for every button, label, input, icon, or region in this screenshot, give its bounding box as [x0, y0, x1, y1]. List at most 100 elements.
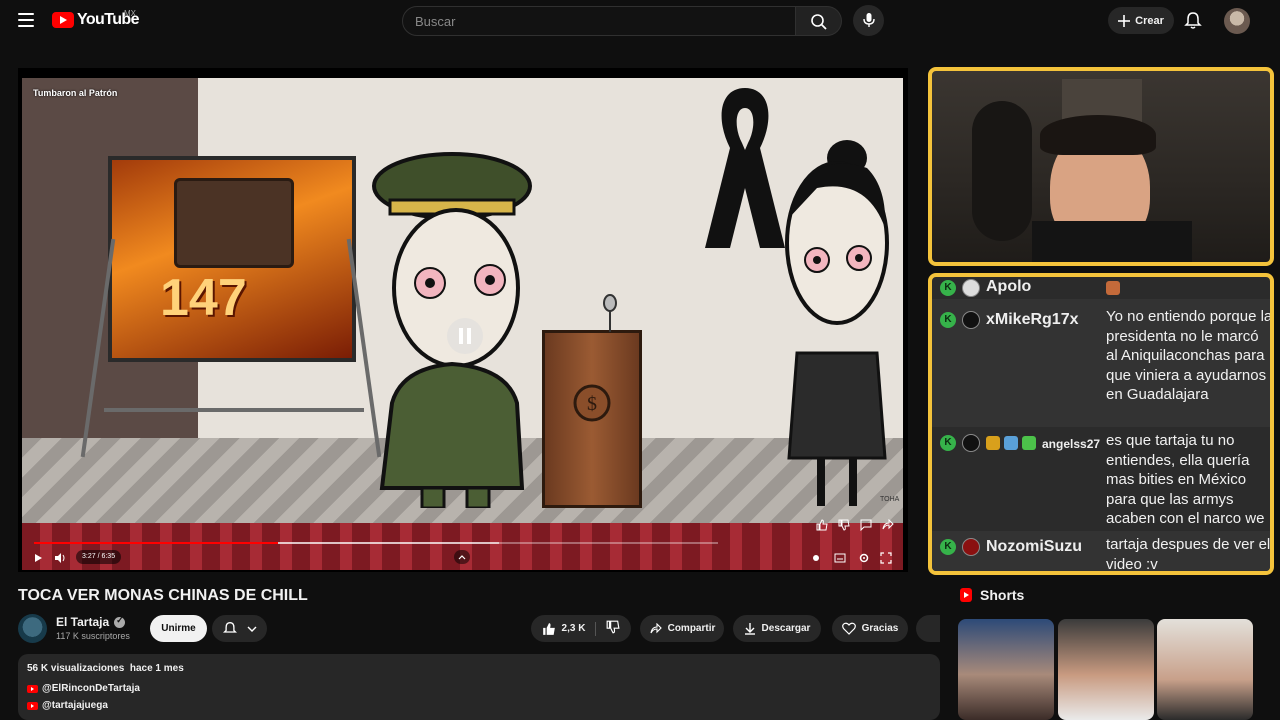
create-label: Crear [1135, 14, 1164, 27]
thanks-label: Gracias [861, 623, 899, 634]
voice-search-button[interactable] [853, 5, 884, 36]
thumbs-down-icon [607, 620, 620, 634]
progress-played[interactable] [34, 542, 278, 544]
progress-buffer [277, 542, 500, 544]
streamer-hair [1040, 115, 1156, 155]
youtube-logo[interactable]: YouTube MX [52, 9, 139, 29]
link-text[interactable]: @tartajajuega [42, 700, 108, 711]
download-icon [744, 623, 755, 635]
video-frame[interactable]: 147 $ Tumbaron al Patrón TOHA 3:27 / 6:3… [22, 78, 903, 570]
pause-overlay-icon[interactable] [447, 318, 483, 354]
streamer-shirt [1032, 221, 1192, 262]
podium: $ [542, 330, 642, 508]
microphone-icon [863, 13, 875, 27]
easel-bar [104, 408, 364, 412]
dollar-emblem: $ [573, 384, 611, 422]
chat-badge: K [940, 280, 956, 296]
download-button[interactable]: Descargar [733, 615, 821, 642]
fullscreen-icon[interactable] [880, 552, 892, 564]
chat-badge: K [940, 312, 956, 328]
chat-username: xMikeRg17x [986, 311, 1079, 328]
shorts-icon [960, 588, 972, 602]
like-button[interactable]: 2,3 K [542, 621, 597, 636]
share-button[interactable]: Compartir [640, 615, 724, 642]
like-count: 2,3 K [561, 623, 586, 634]
crown-emote [986, 436, 1000, 450]
search-placeholder: Buscar [415, 14, 456, 29]
gift-emote [1022, 436, 1036, 450]
time-display: 3:27 / 6:35 [76, 550, 122, 564]
chevron-down-icon [247, 626, 256, 632]
chat-text: Yo no entiendo porque la presidenta no l… [1106, 308, 1273, 403]
chat-badge: K [940, 435, 956, 451]
subscription-bell-button[interactable] [212, 615, 267, 642]
verified-icon [114, 615, 126, 628]
volume-icon[interactable] [54, 552, 66, 564]
short-thumbnail[interactable] [958, 619, 1054, 720]
streamer-webcam [928, 67, 1274, 266]
chat-avatar [962, 279, 980, 297]
chat-message: K Apolo [932, 277, 1270, 299]
chat-avatar [962, 434, 980, 452]
chat-username: angelss27 [1042, 437, 1101, 451]
join-button[interactable]: Unirme [150, 615, 207, 642]
channel-name[interactable]: El Tartaja [56, 615, 109, 629]
search-button[interactable] [796, 6, 842, 36]
settings-icon[interactable] [858, 552, 870, 564]
account-avatar[interactable] [1224, 8, 1250, 34]
chevron-up-icon [458, 555, 466, 560]
subtitles-icon[interactable] [834, 552, 846, 564]
thanks-button[interactable]: Gracias [832, 615, 908, 642]
menu-icon[interactable] [18, 13, 34, 27]
youtube-mini-icon [27, 684, 38, 693]
video-title: TOCA VER MONAS CHINAS DE CHILL [18, 587, 308, 604]
chat-text: tartaja despues de ver el video :v [1106, 536, 1271, 573]
description-link[interactable]: @tartajajuega [27, 700, 108, 711]
share-icon[interactable] [882, 519, 894, 531]
play-icon[interactable] [32, 552, 44, 564]
notifications-button[interactable] [1184, 11, 1204, 31]
channel-avatar[interactable] [18, 614, 47, 643]
autoplay-icon[interactable] [810, 552, 822, 564]
chat-emote [1004, 436, 1018, 450]
video-overlay-title: Tumbaron al Patrón [33, 88, 118, 98]
chat-message: K xMikeRg17x Yo no entiendo porque la pr… [932, 299, 1270, 427]
channel-name-row[interactable]: El Tartaja [56, 615, 126, 629]
subscriber-count: 117 K suscriptores [56, 631, 130, 641]
description-link[interactable]: @ElRinconDeTartaja [27, 683, 140, 694]
chapters-toggle[interactable] [454, 550, 470, 564]
youtube-mini-icon [27, 701, 38, 710]
chat-username: NozomiSuzu [986, 538, 1082, 555]
download-label: Descargar [761, 623, 811, 634]
slot-machine-image [174, 178, 294, 268]
microphone-prop [603, 294, 617, 332]
reaction-icons [816, 519, 894, 531]
comment-icon[interactable] [860, 519, 872, 531]
description-box[interactable]: 56 K visualizaciones hace 1 mes @ElRinco… [18, 654, 940, 720]
plus-icon [1118, 14, 1131, 27]
board-number: 147 [160, 269, 247, 327]
link-text[interactable]: @ElRinconDeTartaja [42, 683, 140, 694]
upload-date: hace 1 mes [129, 663, 184, 674]
heart-dollar-icon [841, 622, 856, 635]
thumbs-up-icon[interactable] [816, 519, 828, 531]
short-thumbnail[interactable] [1157, 619, 1253, 720]
thumbs-down-icon[interactable] [838, 519, 850, 531]
chat-message: K angelss27 es que tartaja tu no entiend… [932, 427, 1270, 531]
video-player[interactable]: 147 $ Tumbaron al Patrón TOHA 3:27 / 6:3… [18, 68, 908, 572]
short-thumbnail[interactable] [1058, 619, 1154, 720]
shorts-heading: Shorts [980, 587, 1025, 603]
share-icon [650, 622, 662, 633]
more-actions-button[interactable] [916, 615, 940, 642]
create-button[interactable]: Crear [1108, 7, 1174, 34]
share-label: Compartir [667, 623, 716, 634]
slot-machine-board: 147 [108, 156, 356, 362]
live-chat-overlay: K Apolo K xMikeRg17x Yo no entiendo porq… [928, 273, 1274, 575]
chat-text: es que tartaja tu no entiendes, ella que… [1106, 432, 1265, 527]
view-count: 56 K visualizaciones [27, 663, 125, 674]
dislike-button[interactable] [596, 620, 620, 637]
join-label: Unirme [161, 623, 196, 634]
search-input[interactable]: Buscar [402, 6, 796, 36]
video-watermark: TOHA [880, 496, 900, 503]
bell-icon [222, 622, 237, 633]
